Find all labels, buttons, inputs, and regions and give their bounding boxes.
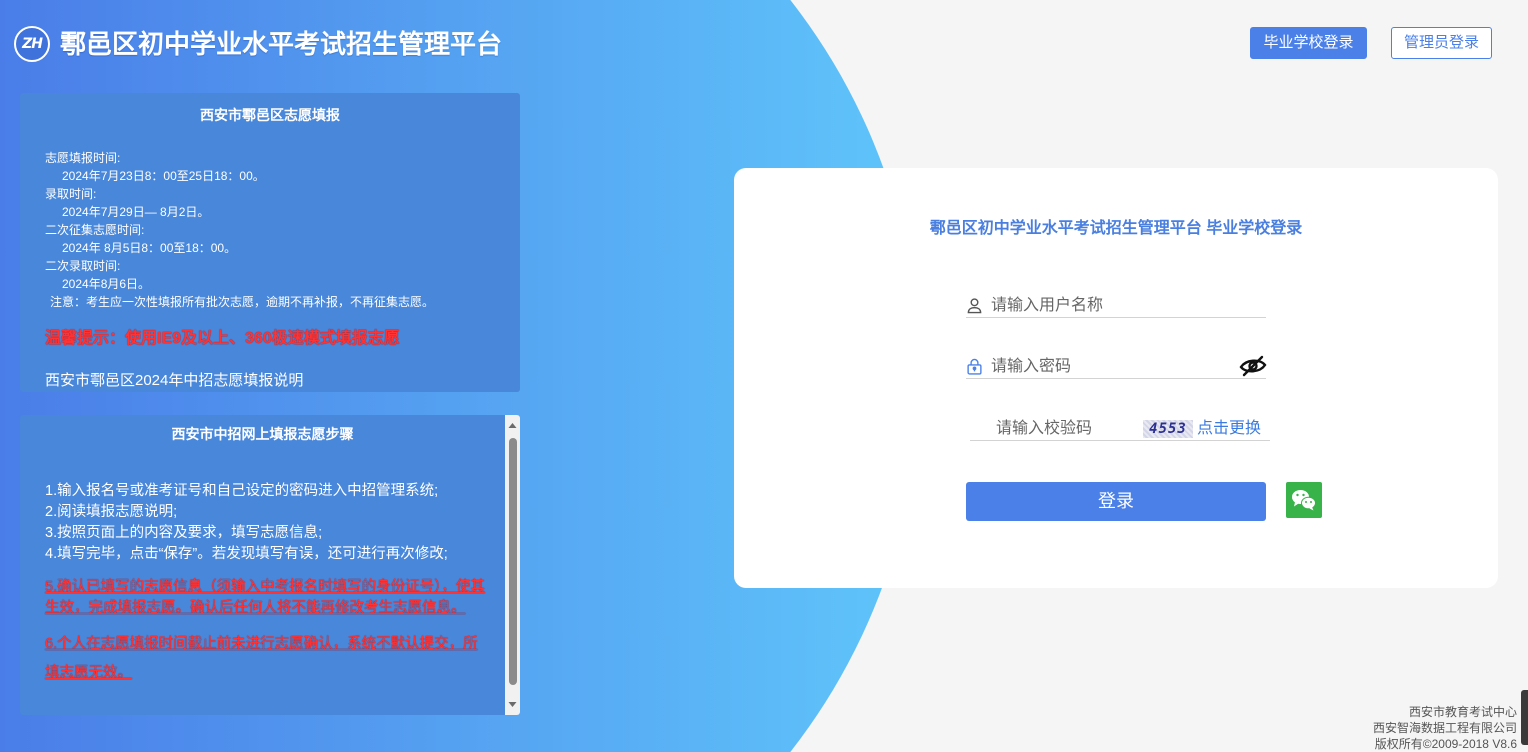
footer-line: 西安市教育考试中心 bbox=[1408, 705, 1517, 719]
footer-line: 版权所有©2009-2018 V8.6 bbox=[1374, 737, 1517, 751]
schedule-value: 2024年8月6日。 bbox=[62, 277, 151, 291]
username-input[interactable] bbox=[991, 294, 1231, 317]
zh-logo: ZH bbox=[14, 26, 50, 62]
password-field bbox=[966, 355, 1268, 379]
schedule-label: 志愿填报时间: bbox=[45, 151, 121, 165]
step-item: 3.按照页面上的内容及要求，填写志愿信息; bbox=[45, 525, 323, 541]
footer: 西安市教育考试中心 西安智海数据工程有限公司 版权所有©2009-2018 V8… bbox=[1373, 704, 1517, 752]
user-icon bbox=[966, 297, 983, 314]
side-float-tab[interactable] bbox=[1521, 690, 1528, 745]
admin-login-button[interactable]: 管理员登录 bbox=[1391, 27, 1492, 59]
schedule-value: 2024年7月23日8：00至25日18：00。 bbox=[62, 169, 265, 183]
site-title: 鄠邑区初中学业水平考试招生管理平台 bbox=[60, 29, 503, 59]
captcha-field: 4553 点击更换 bbox=[970, 417, 1270, 441]
notice-note: 注意：考生应一次性填报所有批次志愿，逾期不再补报，不再征集志愿。 bbox=[50, 295, 435, 309]
browser-tip: 温馨提示：使用IE9及以上、360极速模式填报志愿 bbox=[45, 330, 400, 347]
step-list: 1.输入报名号或准考证号和自己设定的密码进入中招管理系统; 2.阅读填报志愿说明… bbox=[45, 481, 485, 565]
schedule-value: 2024年 8月5日8：00至18：00。 bbox=[62, 241, 237, 255]
lock-icon bbox=[966, 358, 983, 375]
scroll-thumb[interactable] bbox=[508, 438, 517, 685]
schedule-list: 志愿填报时间: 2024年7月23日8：00至25日18：00。 录取时间: 2… bbox=[45, 149, 434, 311]
schedule-value: 2024年7月29日— 8月2日。 bbox=[62, 205, 210, 219]
login-title: 鄠邑区初中学业水平考试招生管理平台 毕业学校登录 bbox=[929, 220, 1303, 237]
step-item: 1.输入报名号或准考证号和自己设定的密码进入中招管理系统; bbox=[45, 483, 439, 499]
steps-panel-title: 西安市中招网上填报志愿步骤 bbox=[171, 426, 354, 442]
logo-text: ZH bbox=[22, 36, 43, 52]
schedule-label: 二次征集志愿时间: bbox=[45, 223, 145, 237]
steps-scrollbar[interactable] bbox=[505, 415, 520, 715]
notice-panel: 西安市鄠邑区志愿填报 志愿填报时间: 2024年7月23日8：00至25日18：… bbox=[20, 93, 520, 392]
captcha-image[interactable]: 4553 bbox=[1143, 420, 1193, 438]
login-card: 鄠邑区初中学业水平考试招生管理平台 毕业学校登录 请输入用户名称 请输入校验码 … bbox=[734, 168, 1498, 588]
wechat-icon[interactable] bbox=[1286, 482, 1322, 518]
step-item: 4.填写完毕，点击“保存”。若发现填写有误，还可进行再次修改; bbox=[45, 546, 448, 562]
login-button[interactable]: 登录 bbox=[966, 482, 1266, 521]
schedule-label: 录取时间: bbox=[45, 187, 97, 201]
step-item: 2.阅读填报志愿说明; bbox=[45, 504, 178, 520]
notice-panel-title: 西安市鄠邑区志愿填报 bbox=[200, 107, 340, 123]
password-input[interactable] bbox=[991, 355, 1231, 378]
username-field bbox=[966, 294, 1266, 318]
guide-link[interactable]: 西安市鄠邑区2024年中招志愿填报说明 bbox=[45, 370, 303, 392]
schedule-label: 二次录取时间: bbox=[45, 259, 121, 273]
warning-item: 5.确认已填写的志愿信息（须输入中考报名时填写的身份证号），使其生效，完成填报志… bbox=[45, 579, 485, 616]
captcha-refresh-link[interactable]: 点击更换 bbox=[1197, 417, 1261, 441]
warning-item: 6.个人在志愿填报时间截止前未进行志愿确认，系统不默认提交，所填志愿无效。 bbox=[45, 636, 478, 681]
steps-panel: 西安市中招网上填报志愿步骤 1.输入报名号或准考证号和自己设定的密码进入中招管理… bbox=[20, 415, 520, 715]
footer-line: 西安智海数据工程有限公司 bbox=[1372, 721, 1517, 735]
school-login-button[interactable]: 毕业学校登录 bbox=[1250, 27, 1367, 59]
scroll-up-arrow-icon[interactable] bbox=[505, 417, 520, 434]
captcha-input[interactable] bbox=[970, 417, 1138, 440]
scroll-down-arrow-icon[interactable] bbox=[505, 696, 520, 713]
eye-slash-icon[interactable] bbox=[1238, 355, 1268, 377]
